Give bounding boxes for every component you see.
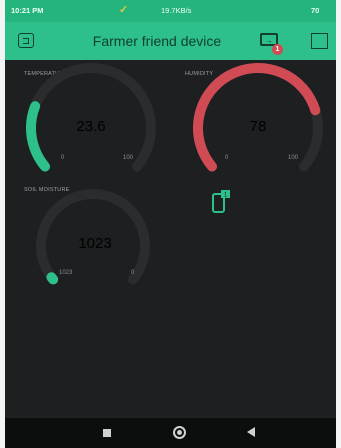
phone-screen: 10:21 PM ✓ 19.7KB/s 70 Farmer friend dev…	[5, 0, 336, 448]
soil-moisture-gauge[interactable]	[5, 0, 336, 448]
back-icon[interactable]	[247, 427, 255, 437]
soil-moisture-gauge-fill	[46, 272, 59, 285]
soil-moisture-min-label: 1023	[59, 270, 73, 276]
soil-moisture-value: 1023	[78, 235, 112, 252]
recents-icon[interactable]	[103, 429, 111, 437]
soil-moisture-max-label: 0	[131, 270, 135, 276]
phone-notification-icon[interactable]: 1	[211, 190, 231, 214]
home-icon[interactable]	[173, 426, 186, 439]
android-nav-bar	[5, 418, 336, 448]
